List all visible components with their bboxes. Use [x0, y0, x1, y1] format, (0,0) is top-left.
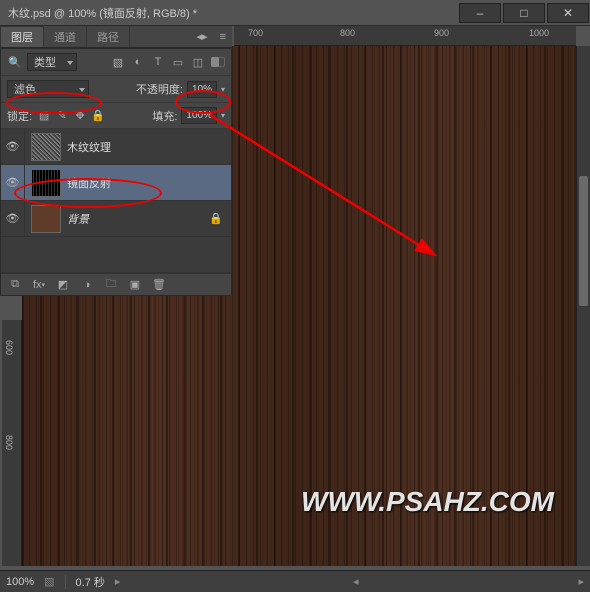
ruler-tick: 600	[4, 340, 14, 355]
document-title: 木纹.psd @ 100% (镜面反射, RGB/8) *	[8, 5, 197, 21]
status-bar: 100% ▧ 0.7 秒 ▸ ◂ ▸	[0, 570, 590, 592]
layer-name[interactable]: 背景	[67, 211, 209, 227]
new-group-icon[interactable]: 🗀	[103, 277, 119, 293]
fill-field[interactable]: 100%	[181, 107, 217, 124]
opacity-label: 不透明度:	[136, 81, 183, 97]
lock-position-icon[interactable]: ✥	[72, 108, 88, 124]
ruler-tick: 800	[4, 435, 14, 450]
delete-layer-icon[interactable]: 🗑	[151, 277, 167, 293]
filter-pixel-icon[interactable]: ▧	[109, 53, 127, 71]
layers-list: 👁 木纹纹理 👁 镜面反射 👁 背景 🔒	[1, 129, 231, 273]
fill-label: 填充:	[152, 108, 177, 124]
visibility-toggle[interactable]: 👁	[1, 129, 25, 164]
ruler-vertical: 600 800	[2, 320, 22, 566]
layer-row[interactable]: 👁 木纹纹理	[1, 129, 231, 165]
filter-shape-icon[interactable]: ▭	[169, 53, 187, 71]
ruler-tick: 1000	[529, 28, 549, 38]
filter-adjustment-icon[interactable]: ◐	[129, 53, 147, 71]
lock-label: 锁定:	[7, 108, 32, 124]
layer-row[interactable]: 👁 背景 🔒	[1, 201, 231, 237]
layer-name[interactable]: 木纹纹理	[67, 139, 231, 155]
zoom-level[interactable]: 100%	[6, 576, 34, 588]
layer-row[interactable]: 👁 镜面反射	[1, 165, 231, 201]
scrollbar-thumb[interactable]	[579, 176, 588, 306]
blend-mode-select[interactable]: 滤色	[7, 80, 89, 98]
tab-layers[interactable]: 图层	[0, 26, 44, 47]
layer-thumbnail[interactable]	[31, 169, 61, 197]
watermark-text: WWW.PSAHZ.COM	[301, 486, 554, 518]
panel-collapse-icon[interactable]: ◂▸	[191, 26, 214, 47]
layer-thumbnail[interactable]	[31, 205, 61, 233]
hscroll-left-icon[interactable]: ◂	[353, 575, 359, 588]
layer-thumbnail[interactable]	[31, 133, 61, 161]
ruler-tick: 900	[434, 28, 449, 38]
lock-transparency-icon[interactable]: ▨	[36, 108, 52, 124]
window-close-button[interactable]: ✕	[547, 3, 589, 23]
timing-info: 0.7 秒	[76, 574, 105, 590]
new-layer-icon[interactable]: ▣	[127, 277, 143, 293]
fill-flyout-icon[interactable]: ▾	[221, 111, 225, 120]
status-icon[interactable]: ▧	[44, 575, 54, 588]
link-layers-icon[interactable]: ⧉	[7, 277, 23, 293]
opacity-field[interactable]: 10%	[187, 81, 217, 98]
layer-name[interactable]: 镜面反射	[67, 175, 231, 191]
window-minimize-button[interactable]: –	[459, 3, 501, 23]
lock-image-icon[interactable]: ✎	[54, 108, 70, 124]
opacity-flyout-icon[interactable]: ▾	[221, 85, 225, 94]
ruler-tick: 800	[340, 28, 355, 38]
window-maximize-button[interactable]: □	[503, 3, 545, 23]
search-icon: 🔍	[7, 54, 23, 70]
hscroll-right-icon[interactable]: ▸	[578, 575, 584, 588]
lock-icon: 🔒	[209, 212, 231, 225]
lock-all-icon[interactable]: 🔒	[90, 108, 106, 124]
adjustment-layer-icon[interactable]: ◑	[79, 277, 95, 293]
layer-mask-icon[interactable]: ◩	[55, 277, 71, 293]
ruler-horizontal: 700 800 900 1000	[234, 26, 576, 46]
layer-style-icon[interactable]: fx▾	[31, 277, 47, 293]
ruler-tick: 700	[248, 28, 263, 38]
visibility-toggle[interactable]: 👁	[1, 165, 25, 200]
visibility-toggle[interactable]: 👁	[1, 201, 25, 236]
filter-type-icon[interactable]: T	[149, 53, 167, 71]
panel-menu-icon[interactable]: ≡	[214, 26, 232, 47]
filter-smart-icon[interactable]: ◫	[189, 53, 207, 71]
vertical-scrollbar[interactable]	[576, 46, 590, 566]
info-flyout-icon[interactable]: ▸	[115, 575, 121, 588]
layer-filter-kind-select[interactable]: 类型	[27, 53, 77, 71]
tab-channels[interactable]: 通道	[44, 26, 87, 47]
filter-toggle[interactable]	[211, 57, 225, 67]
tab-paths[interactable]: 路径	[87, 26, 130, 47]
